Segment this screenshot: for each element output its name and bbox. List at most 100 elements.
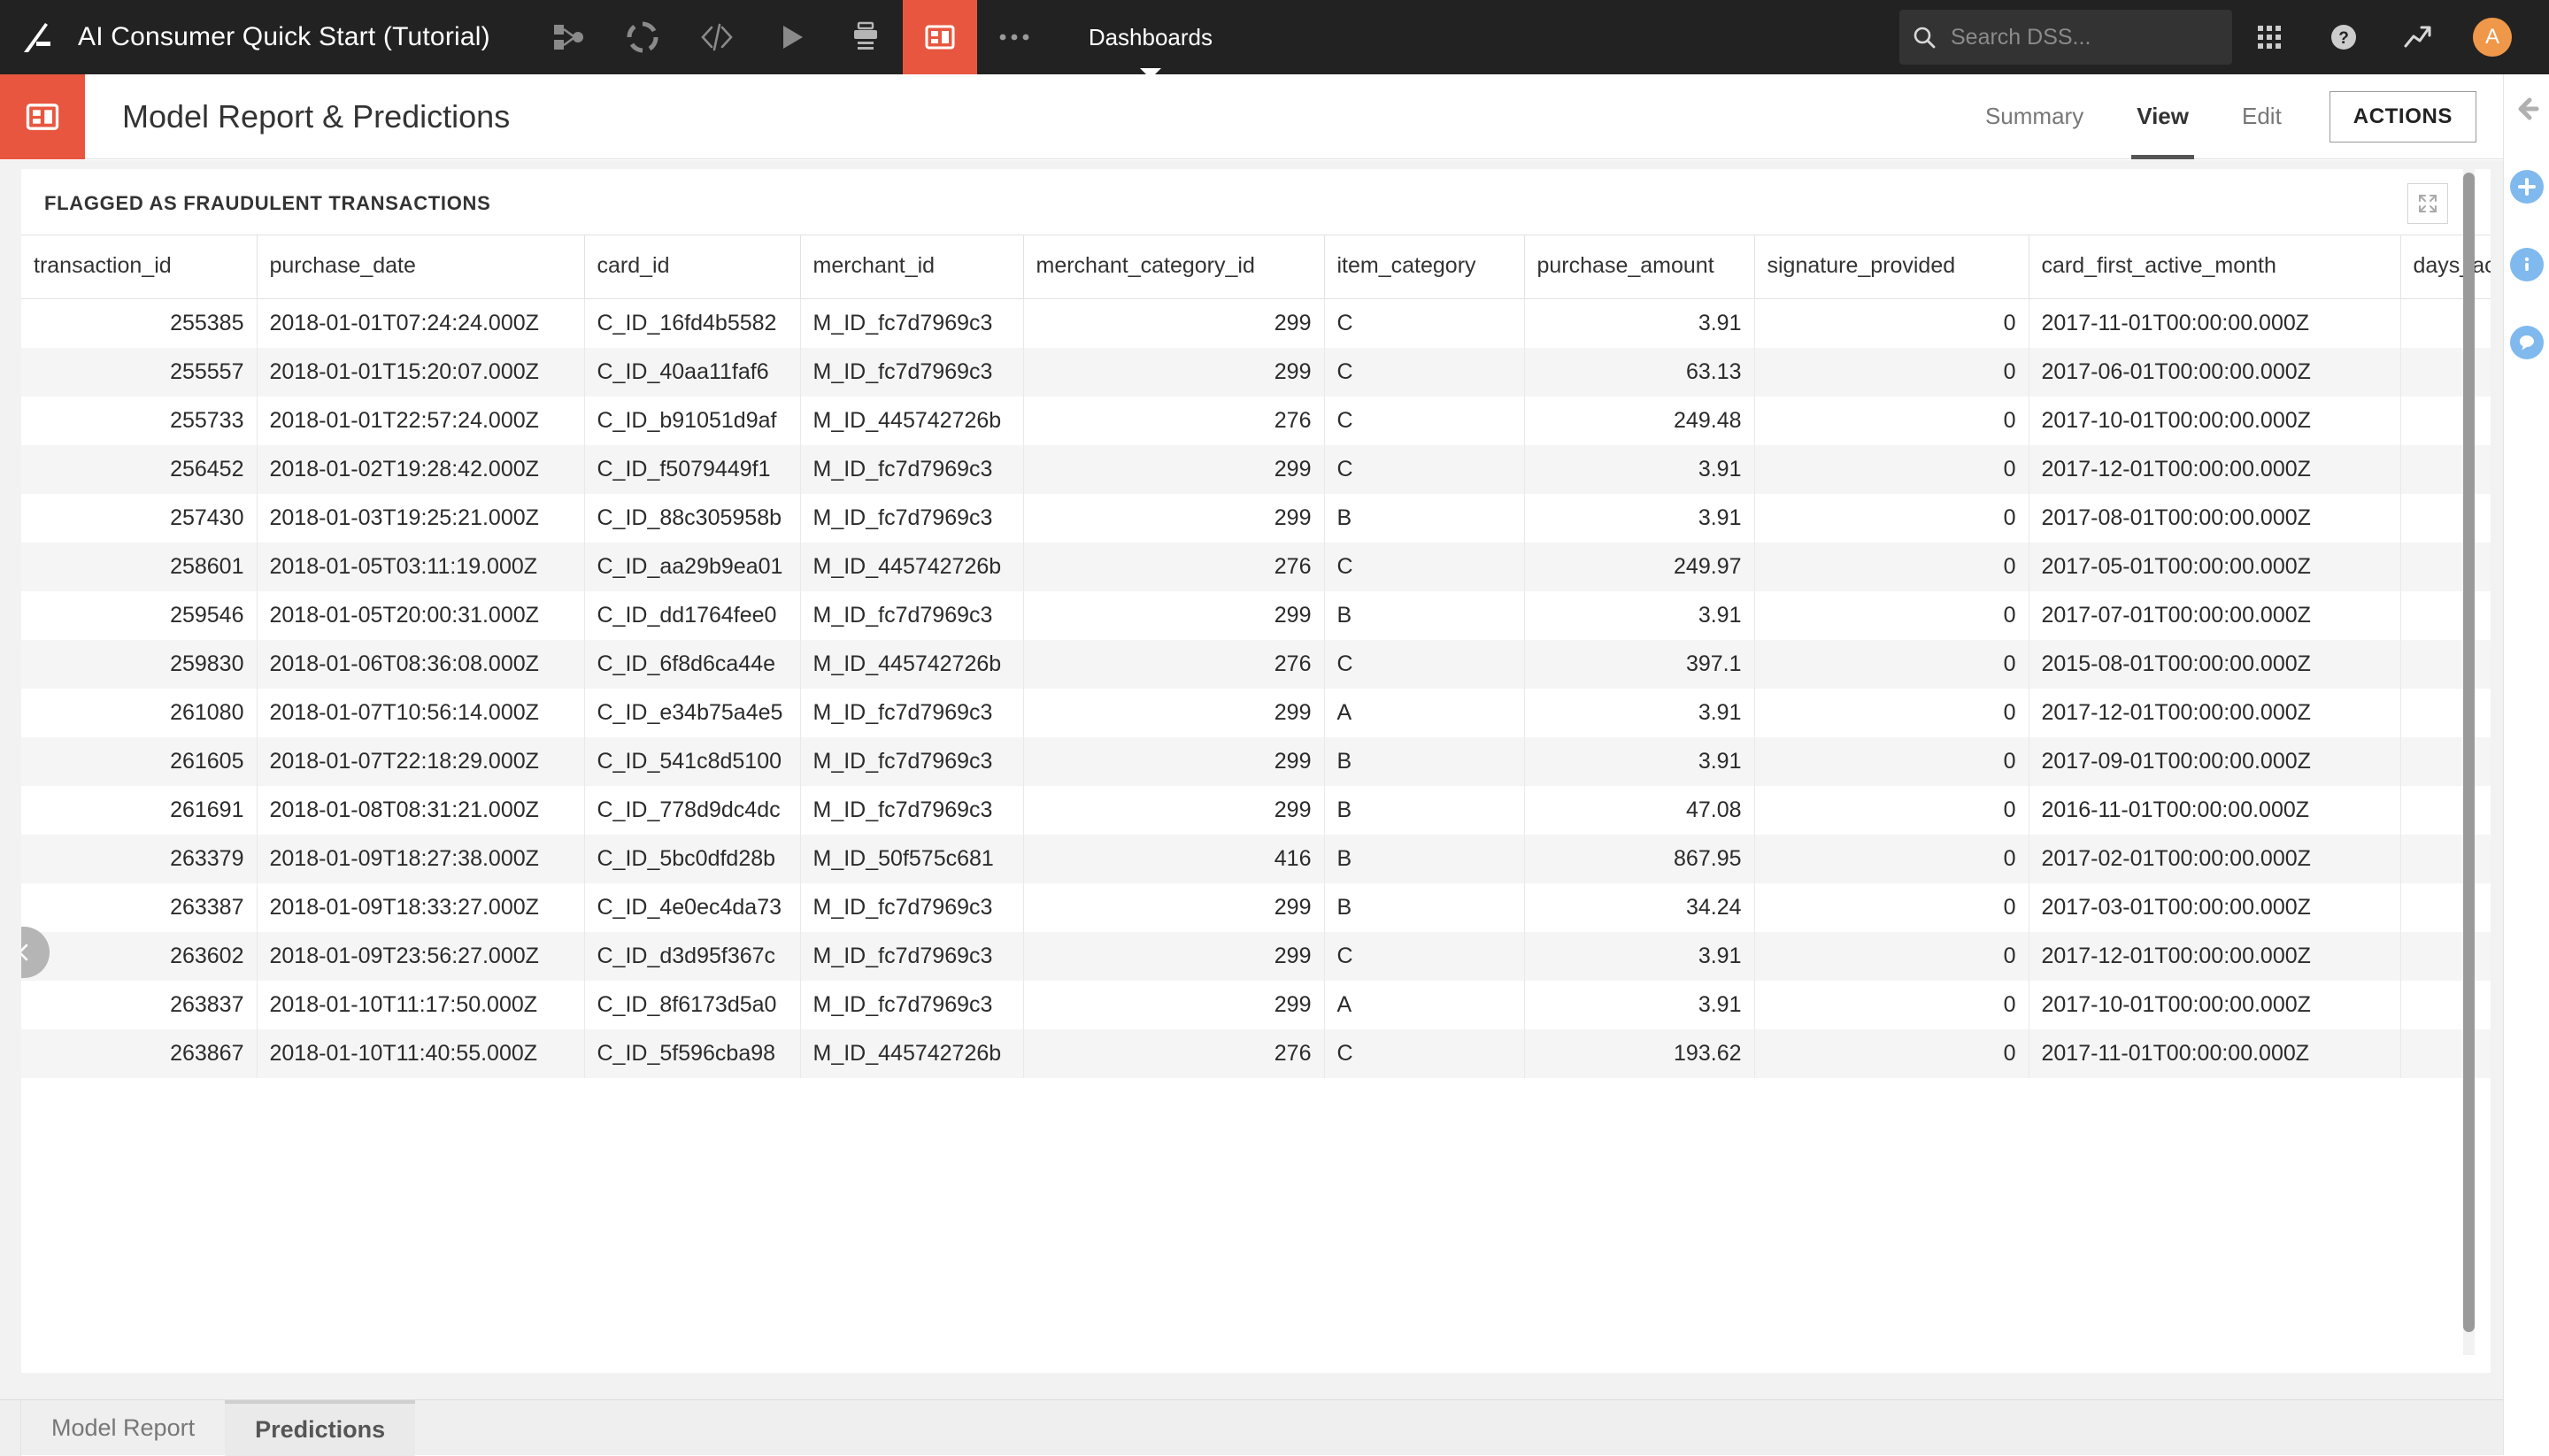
more-icon[interactable] (977, 0, 1051, 74)
cell-card_id: C_ID_4e0ec4da73 (584, 883, 800, 932)
avatar[interactable]: A (2455, 0, 2530, 74)
search-icon (1912, 25, 1937, 50)
cell-purchase_date: 2018-01-05T20:00:31.000Z (257, 591, 584, 640)
cell-card_first_active_month: 2017-09-01T00:00:00.000Z (2029, 737, 2400, 786)
page-tab-model-report[interactable]: Model Report (21, 1400, 225, 1456)
tab-view[interactable]: View (2110, 74, 2215, 159)
table-row[interactable]: 2555572018-01-01T15:20:07.000ZC_ID_40aa1… (21, 348, 2491, 397)
cell-days_act (2400, 981, 2491, 1029)
column-header-card_id[interactable]: card_id (584, 235, 800, 299)
column-header-purchase_date[interactable]: purchase_date (257, 235, 584, 299)
lab-icon[interactable] (605, 0, 680, 74)
cell-merchant_category_id: 299 (1023, 689, 1324, 737)
cell-signature_provided: 0 (1754, 786, 2029, 835)
table-row[interactable]: 2557332018-01-01T22:57:24.000ZC_ID_b9105… (21, 397, 2491, 445)
cell-merchant_category_id: 299 (1023, 981, 1324, 1029)
help-question-icon[interactable]: ? (2306, 0, 2381, 74)
column-header-purchase_amount[interactable]: purchase_amount (1524, 235, 1754, 299)
tab-summary[interactable]: Summary (1959, 74, 2110, 159)
cell-days_act (2400, 543, 2491, 591)
insight-tile: FLAGGED AS FRAUDULENT TRANSACTIONS trans… (21, 169, 2491, 1373)
top-navigation-bar: AI Consumer Quick Start (Tutorial) (0, 0, 2549, 74)
cell-purchase_date: 2018-01-03T19:25:21.000Z (257, 494, 584, 543)
cell-days_act (2400, 737, 2491, 786)
column-header-days_act[interactable]: days_act (2400, 235, 2491, 299)
cell-transaction_id: 255557 (21, 348, 257, 397)
apps-grid-icon[interactable] (2232, 0, 2306, 74)
table-row[interactable]: 2610802018-01-07T10:56:14.000ZC_ID_e34b7… (21, 689, 2491, 737)
cell-item_category: B (1324, 591, 1524, 640)
tab-edit[interactable]: Edit (2215, 74, 2308, 159)
jobs-run-icon[interactable] (754, 0, 828, 74)
data-table-container[interactable]: transaction_id purchase_date card_id mer… (21, 235, 2491, 1078)
table-row[interactable]: 2586012018-01-05T03:11:19.000ZC_ID_aa29b… (21, 543, 2491, 591)
expand-arrows-icon (2416, 192, 2439, 215)
cell-transaction_id: 255733 (21, 397, 257, 445)
cell-purchase_amount: 3.91 (1524, 737, 1754, 786)
search-input[interactable]: Search DSS... (1899, 10, 2232, 65)
cell-merchant_id: M_ID_fc7d7969c3 (800, 737, 1023, 786)
trending-up-icon[interactable] (2381, 0, 2455, 74)
cell-transaction_id: 263602 (21, 932, 257, 981)
cell-card_id: C_ID_6f8d6ca44e (584, 640, 800, 689)
column-header-merchant_category_id[interactable]: merchant_category_id (1023, 235, 1324, 299)
cell-transaction_id: 259830 (21, 640, 257, 689)
column-header-signature_provided[interactable]: signature_provided (1754, 235, 2029, 299)
cell-merchant_category_id: 299 (1023, 494, 1324, 543)
cell-merchant_category_id: 299 (1023, 737, 1324, 786)
table-row[interactable]: 2633792018-01-09T18:27:38.000ZC_ID_5bc0d… (21, 835, 2491, 883)
table-row[interactable]: 2616052018-01-07T22:18:29.000ZC_ID_541c8… (21, 737, 2491, 786)
page-tab-predictions[interactable]: Predictions (225, 1400, 415, 1456)
cell-days_act (2400, 299, 2491, 349)
code-icon[interactable] (680, 0, 754, 74)
cell-card_first_active_month: 2017-10-01T00:00:00.000Z (2029, 397, 2400, 445)
cell-signature_provided: 0 (1754, 1029, 2029, 1078)
collapse-panel-button[interactable] (2504, 94, 2549, 124)
table-row[interactable]: 2564522018-01-02T19:28:42.000ZC_ID_f5079… (21, 445, 2491, 494)
scrollbar-thumb[interactable] (2463, 173, 2475, 1332)
cell-merchant_id: M_ID_fc7d7969c3 (800, 348, 1023, 397)
table-row[interactable]: 2574302018-01-03T19:25:21.000ZC_ID_88c30… (21, 494, 2491, 543)
cell-merchant_id: M_ID_fc7d7969c3 (800, 299, 1023, 349)
flow-icon[interactable] (531, 0, 605, 74)
cell-purchase_amount: 3.91 (1524, 494, 1754, 543)
column-header-card_first_active_month[interactable]: card_first_active_month (2029, 235, 2400, 299)
nav-dashboards-label[interactable]: Dashboards (1089, 24, 1213, 51)
cell-item_category: A (1324, 981, 1524, 1029)
cell-purchase_date: 2018-01-06T08:36:08.000Z (257, 640, 584, 689)
cell-item_category: C (1324, 932, 1524, 981)
column-header-item_category[interactable]: item_category (1324, 235, 1524, 299)
cell-purchase_amount: 3.91 (1524, 689, 1754, 737)
top-bar-right-group: Search DSS... ? A (1899, 0, 2549, 74)
discussions-button[interactable] (2504, 326, 2549, 359)
table-row[interactable]: 2636022018-01-09T23:56:27.000ZC_ID_d3d95… (21, 932, 2491, 981)
dashboards-icon[interactable] (903, 0, 977, 74)
table-row[interactable]: 2616912018-01-08T08:31:21.000ZC_ID_778d9… (21, 786, 2491, 835)
cell-item_category: C (1324, 348, 1524, 397)
plus-icon (2510, 170, 2544, 204)
expand-tile-button[interactable] (2407, 183, 2448, 224)
vertical-scrollbar[interactable] (2463, 169, 2475, 1355)
table-row[interactable]: 2553852018-01-01T07:24:24.000ZC_ID_16fd4… (21, 299, 2491, 349)
cell-days_act (2400, 445, 2491, 494)
table-row[interactable]: 2595462018-01-05T20:00:31.000ZC_ID_dd176… (21, 591, 2491, 640)
cell-card_first_active_month: 2015-08-01T00:00:00.000Z (2029, 640, 2400, 689)
actions-button[interactable]: ACTIONS (2330, 91, 2476, 143)
table-row[interactable]: 2633872018-01-09T18:33:27.000ZC_ID_4e0ec… (21, 883, 2491, 932)
add-insight-button[interactable] (2504, 170, 2549, 204)
dataiku-logo-icon[interactable] (0, 0, 74, 74)
table-row[interactable]: 2638372018-01-10T11:17:50.000ZC_ID_8f617… (21, 981, 2491, 1029)
chat-bubble-icon (2510, 326, 2544, 359)
cell-days_act (2400, 397, 2491, 445)
table-row[interactable]: 2638672018-01-10T11:40:55.000ZC_ID_5f596… (21, 1029, 2491, 1078)
cell-item_category: B (1324, 835, 1524, 883)
table-row[interactable]: 2598302018-01-06T08:36:08.000ZC_ID_6f8d6… (21, 640, 2491, 689)
info-icon (2510, 248, 2544, 281)
automation-icon[interactable] (828, 0, 903, 74)
column-header-merchant_id[interactable]: merchant_id (800, 235, 1023, 299)
cell-item_category: B (1324, 494, 1524, 543)
cell-item_category: C (1324, 640, 1524, 689)
cell-merchant_id: M_ID_fc7d7969c3 (800, 494, 1023, 543)
column-header-transaction_id[interactable]: transaction_id (21, 235, 257, 299)
details-button[interactable] (2504, 248, 2549, 281)
